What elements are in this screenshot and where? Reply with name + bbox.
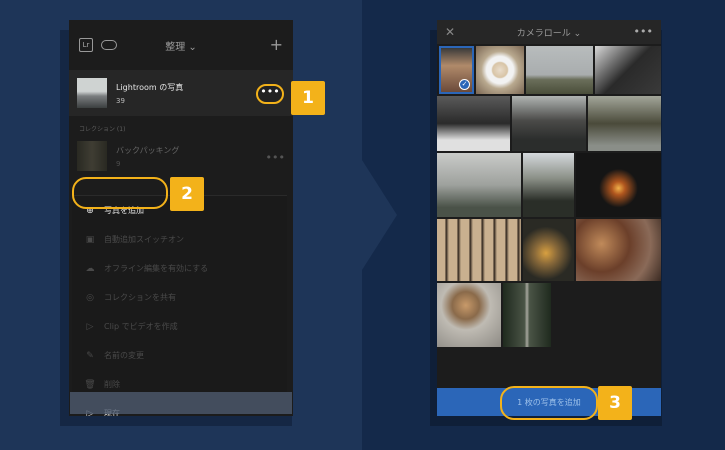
left-phone: Lr 整理 ⌄ + Lightroom の写真 39 ••• コレクション (1… <box>69 20 293 416</box>
photo-mountains[interactable] <box>512 96 586 151</box>
top-bar: Lr 整理 ⌄ + <box>69 20 293 70</box>
close-icon[interactable]: ✕ <box>445 25 455 39</box>
step-3-highlight <box>500 386 598 420</box>
menu-item-label: Clip でビデオを作成 <box>104 322 178 331</box>
menu-item-icon: ✎ <box>86 350 94 361</box>
menu-item[interactable]: ✎ 名前の変更 <box>72 341 287 370</box>
photo-snowy-trees[interactable] <box>595 46 661 94</box>
album-name: Lightroom の写真 <box>116 82 184 92</box>
collection-thumbnail <box>77 141 107 171</box>
photo-selected[interactable]: ✓ <box>439 46 474 94</box>
collection-more-icon[interactable]: ••• <box>266 151 285 164</box>
menu-item-icon: ▷ <box>86 321 94 332</box>
menu-item-icon: ▣ <box>85 234 95 245</box>
photo-windmills[interactable] <box>526 46 593 94</box>
menu-item-icon: ☁ <box>85 263 95 274</box>
photo-snow-walker[interactable] <box>437 96 510 151</box>
more-icon[interactable]: ••• <box>634 25 653 38</box>
sort-dropdown[interactable]: 整理 ⌄ <box>69 38 293 53</box>
menu-item-label: 名前の変更 <box>104 351 144 360</box>
collection-name: バックパッキング <box>116 145 180 155</box>
album-count: 39 <box>116 96 125 105</box>
step-2-highlight <box>72 177 168 209</box>
collection-count: 9 <box>116 159 121 168</box>
menu-item-label: オフライン編集を有効にする <box>104 264 209 273</box>
menu-item[interactable]: ◎ コレクションを共有 <box>72 283 287 312</box>
photo-forest-lake[interactable] <box>523 153 574 217</box>
bottom-bar <box>70 392 292 414</box>
photo-coffee[interactable] <box>476 46 524 94</box>
menu-item[interactable]: ▣ 自動追加スイッチオン <box>72 225 287 254</box>
photo-pastry[interactable] <box>437 283 501 347</box>
menu-item-label: 自動追加スイッチオン <box>104 235 184 244</box>
step-badge-1: 1 <box>291 81 325 115</box>
photo-forest-road[interactable] <box>503 283 551 347</box>
step-badge-2: 2 <box>170 177 204 211</box>
menu-item[interactable]: ☁ オフライン編集を有効にする <box>72 254 287 283</box>
right-phone: ✕ カメラロール ⌄ ••• ✓ 1 枚の写真を追加 <box>437 20 661 416</box>
album-row[interactable]: Lightroom の写真 39 ••• <box>69 70 293 116</box>
check-icon: ✓ <box>459 79 470 90</box>
camera-roll-dropdown[interactable]: カメラロール ⌄ <box>517 26 581 39</box>
menu-item[interactable]: ▷ Clip でビデオを作成 <box>72 312 287 341</box>
step-arrow <box>362 160 397 270</box>
menu-item-label: 削除 <box>104 380 120 389</box>
camera-roll-bar: ✕ カメラロール ⌄ ••• <box>437 20 661 44</box>
menu-item-label: コレクションを共有 <box>104 293 176 302</box>
photo-river[interactable] <box>588 96 661 151</box>
menu-item-icon: 🗑 <box>84 379 96 390</box>
photo-autumn-leaves[interactable] <box>576 219 661 281</box>
collection-row[interactable]: バックパッキング 9 ••• <box>69 137 293 175</box>
album-thumbnail <box>77 78 107 108</box>
photo-feathers[interactable] <box>437 219 521 281</box>
menu-item-icon: ◎ <box>86 292 94 303</box>
context-menu: ⊕ 写真を追加 ▣ 自動追加スイッチオン ☁ オフライン編集を有効にする ◎ コレクションを共… <box>72 195 287 416</box>
plus-icon[interactable]: + <box>270 35 283 54</box>
more-options-button[interactable]: ••• <box>256 84 284 104</box>
photo-campfire[interactable] <box>576 153 661 217</box>
photo-foggy-hill[interactable] <box>437 153 521 217</box>
step-badge-3: 3 <box>598 386 632 420</box>
collections-label: コレクション (1) <box>79 126 126 133</box>
photo-leaf-hand[interactable] <box>523 219 574 281</box>
